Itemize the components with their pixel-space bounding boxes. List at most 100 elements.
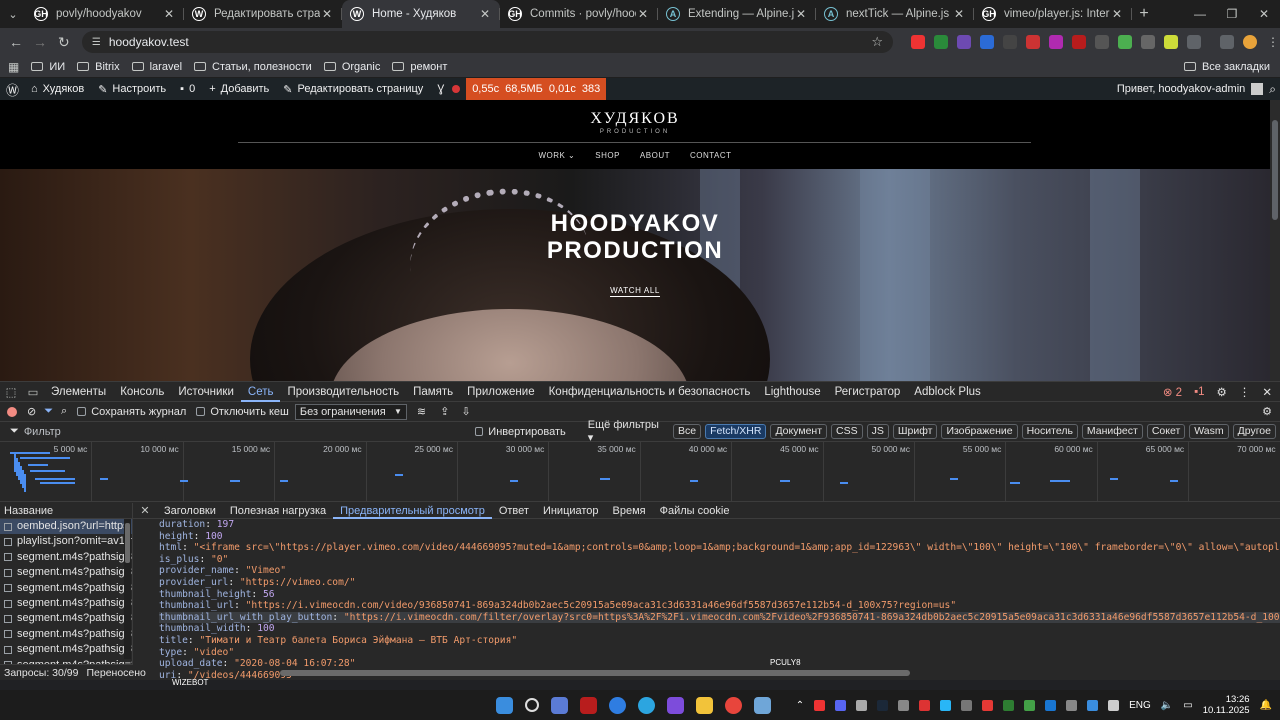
file-explorer-icon[interactable] — [696, 696, 713, 714]
filter-input[interactable]: Фильтр — [24, 426, 465, 438]
tab-close-icon[interactable]: ✕ — [162, 7, 176, 21]
json-line[interactable]: type: "video" — [159, 647, 1280, 659]
browser-tab[interactable]: GH Commits · povly/hoodyakov✕ — [500, 0, 658, 28]
json-line[interactable]: thumbnail_width: 100 — [159, 623, 1280, 635]
request-row[interactable]: segment.m4s?pathsig=8... — [0, 596, 132, 611]
json-line[interactable]: height: 100 — [159, 531, 1280, 543]
new-tab-button[interactable]: + — [1132, 5, 1156, 23]
app-icon[interactable] — [609, 696, 626, 714]
import-har-icon[interactable]: ⇪ — [440, 405, 449, 418]
site-nav-item[interactable]: CONTACT — [690, 151, 732, 160]
address-bar[interactable]: ☰ hoodyakov.test ☆ — [81, 31, 893, 53]
error-count[interactable]: ⊗ 2 — [1163, 385, 1182, 399]
type-filter-chip[interactable]: Шрифт — [892, 424, 938, 439]
request-row[interactable]: segment.m4s?pathsig=8... — [0, 550, 132, 565]
detail-tab[interactable]: Ответ — [492, 503, 536, 519]
bookmark-folder[interactable]: Статьи, полезности — [194, 61, 312, 73]
devtools-tab[interactable]: Сеть — [240, 382, 281, 402]
network-conditions-icon[interactable]: ≋ — [417, 405, 426, 418]
preserve-log-checkbox[interactable] — [77, 407, 87, 416]
devtools-tab[interactable]: Консоль — [113, 382, 171, 402]
type-filter-chip[interactable]: Сокет — [1146, 424, 1186, 439]
export-har-icon[interactable]: ⇩ — [461, 405, 470, 418]
page-scrollbar[interactable] — [1270, 100, 1280, 381]
extension-icon[interactable] — [1163, 35, 1178, 49]
wp-add-new-link[interactable]: + Добавить — [209, 83, 269, 95]
json-line[interactable]: thumbnail_height: 56 — [159, 589, 1280, 601]
abp-extension-icon[interactable] — [910, 35, 925, 49]
tab-close-icon[interactable]: ✕ — [952, 7, 966, 21]
type-filter-chip[interactable]: Изображение — [941, 424, 1018, 439]
request-list-header[interactable]: Название — [0, 503, 132, 519]
type-filter-chip[interactable]: CSS — [831, 424, 863, 439]
tray-icon[interactable] — [1087, 699, 1099, 711]
tab-close-icon[interactable]: ✕ — [636, 7, 650, 21]
reload-icon[interactable]: ↻ — [52, 34, 76, 51]
request-list-scrollbar[interactable] — [124, 519, 131, 659]
warning-count[interactable]: ▪1 — [1194, 386, 1204, 398]
devtools-tab[interactable]: Производительность — [280, 382, 406, 402]
type-filter-chip[interactable]: Все — [672, 424, 702, 439]
app-icon[interactable] — [667, 696, 684, 714]
detail-tab[interactable]: Полезная нагрузка — [223, 503, 333, 519]
type-filter-chip[interactable]: JS — [866, 424, 889, 439]
browser-tab[interactable]: A Extending — Alpine.js ✕ — [658, 0, 816, 28]
extension-icon[interactable] — [1002, 35, 1017, 49]
telegram-icon[interactable] — [638, 696, 655, 714]
bookmark-folder[interactable]: laravel — [131, 61, 182, 73]
type-filter-chip[interactable]: Носитель — [1021, 424, 1078, 439]
language-indicator[interactable]: ENG — [1129, 700, 1151, 711]
tray-icon[interactable] — [961, 699, 973, 711]
scrollbar-thumb[interactable] — [125, 523, 130, 563]
devtools-tab[interactable]: Источники — [171, 382, 241, 402]
wp-avatar[interactable] — [1251, 83, 1264, 95]
type-filter-chip[interactable]: Fetch/XHR — [705, 424, 767, 439]
detail-tab[interactable]: Время — [606, 503, 653, 519]
bookmark-folder[interactable]: Organic — [323, 61, 380, 73]
extension-icon[interactable] — [1071, 35, 1086, 49]
device-toolbar-icon[interactable]: ▭ — [22, 385, 44, 399]
taskbar-search-icon[interactable] — [525, 698, 539, 712]
detail-tab[interactable]: Инициатор — [536, 503, 606, 519]
type-filter-chip[interactable]: Wasm — [1189, 424, 1229, 439]
reading-list-icon[interactable] — [1219, 35, 1234, 49]
devtools-menu-icon[interactable]: ⋮ — [1239, 385, 1251, 399]
type-filter-chip[interactable]: Манифест — [1081, 424, 1143, 439]
browser-tab[interactable]: W Home - Худяков ✕ — [342, 0, 500, 28]
json-line[interactable]: thumbnail_url: "https://i.vimeocdn.com/v… — [159, 600, 1280, 612]
tray-icon[interactable] — [1066, 699, 1078, 711]
notification-icon[interactable]: 🔔 — [1260, 700, 1272, 711]
profile-avatar[interactable] — [1242, 35, 1257, 49]
more-filters-dropdown[interactable]: Ещё фильтры ▾ — [588, 419, 661, 444]
site-nav-item[interactable]: ABOUT — [640, 151, 670, 160]
record-icon[interactable] — [7, 406, 17, 417]
request-row[interactable]: segment.m4s?pathsig=8... — [0, 611, 132, 626]
json-line[interactable]: title: "Тимати и Театр балета Бориса Эйф… — [159, 635, 1280, 647]
tray-icon[interactable] — [814, 699, 826, 711]
devtools-tab[interactable]: Память — [406, 382, 460, 402]
tray-icon[interactable] — [856, 699, 868, 711]
site-info-icon[interactable]: ☰ — [92, 37, 101, 48]
filter-funnel-icon[interactable]: ⏷ — [44, 405, 53, 418]
tray-icon[interactable] — [898, 699, 910, 711]
app-icon[interactable] — [754, 696, 771, 714]
wp-site-link[interactable]: ⌂ Худяков — [31, 83, 84, 95]
apps-grid-icon[interactable]: ▦ — [8, 60, 19, 74]
tray-icon[interactable] — [1003, 699, 1015, 711]
battery-icon[interactable]: ▭ — [1183, 700, 1192, 711]
json-line[interactable]: provider_url: "https://vimeo.com/" — [159, 577, 1280, 589]
devtools-tab[interactable]: Lighthouse — [757, 382, 827, 402]
json-line[interactable]: thumbnail_url_with_play_button: "https:/… — [159, 611, 1280, 624]
extension-icon[interactable] — [1025, 35, 1040, 49]
app-icon[interactable] — [551, 696, 568, 714]
yoast-icon[interactable]: Ɣ — [437, 83, 444, 95]
wp-greeting[interactable]: Привет, hoodyakov-admin — [1117, 83, 1245, 95]
scrollbar-thumb[interactable] — [280, 670, 910, 676]
json-line[interactable]: duration: 197 — [159, 519, 1280, 531]
bluetooth-icon[interactable] — [1045, 699, 1057, 711]
bookmark-folder[interactable]: ремонт — [392, 61, 447, 73]
site-nav-item[interactable]: SHOP — [595, 151, 620, 160]
minimize-icon[interactable]: — — [1184, 0, 1216, 28]
request-row[interactable]: segment.m4s?pathsig=8... — [0, 565, 132, 580]
all-bookmarks[interactable]: Все закладки — [1183, 61, 1270, 73]
